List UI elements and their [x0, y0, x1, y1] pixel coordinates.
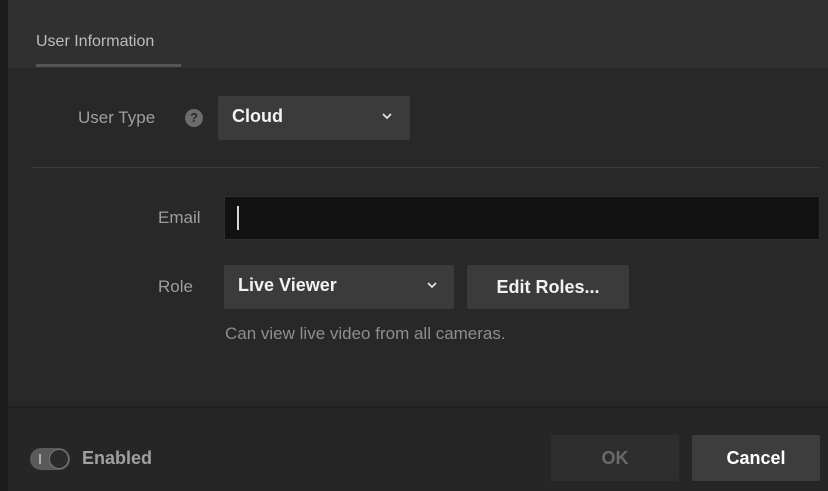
dialog-header: User Information [8, 0, 828, 68]
help-icon[interactable]: ? [185, 109, 203, 127]
user-dialog: User Information User Type ? Cloud Email… [0, 0, 828, 491]
cancel-button[interactable]: Cancel [692, 435, 820, 481]
enabled-toggle[interactable] [30, 448, 70, 470]
chevron-down-icon [427, 282, 437, 289]
active-tab-indicator [36, 64, 181, 67]
user-type-select[interactable]: Cloud [218, 96, 410, 140]
toggle-knob [49, 449, 69, 469]
user-type-label: User Type [78, 108, 156, 127]
enabled-label: Enabled [82, 448, 153, 468]
edit-roles-button[interactable]: Edit Roles... [467, 265, 629, 309]
role-label: Role [158, 277, 193, 296]
section-divider [32, 167, 820, 168]
role-description: Can view live video from all cameras. [225, 324, 506, 343]
toggle-on-mark [39, 454, 41, 464]
role-value: Live Viewer [238, 275, 337, 295]
role-select[interactable]: Live Viewer [224, 265, 454, 309]
text-caret [237, 206, 239, 230]
email-label: Email [158, 208, 201, 227]
chevron-down-icon [382, 113, 392, 120]
ok-button[interactable]: OK [551, 435, 679, 481]
user-type-value: Cloud [232, 106, 283, 126]
email-field[interactable] [224, 196, 820, 240]
tab-user-information[interactable]: User Information [36, 33, 154, 51]
